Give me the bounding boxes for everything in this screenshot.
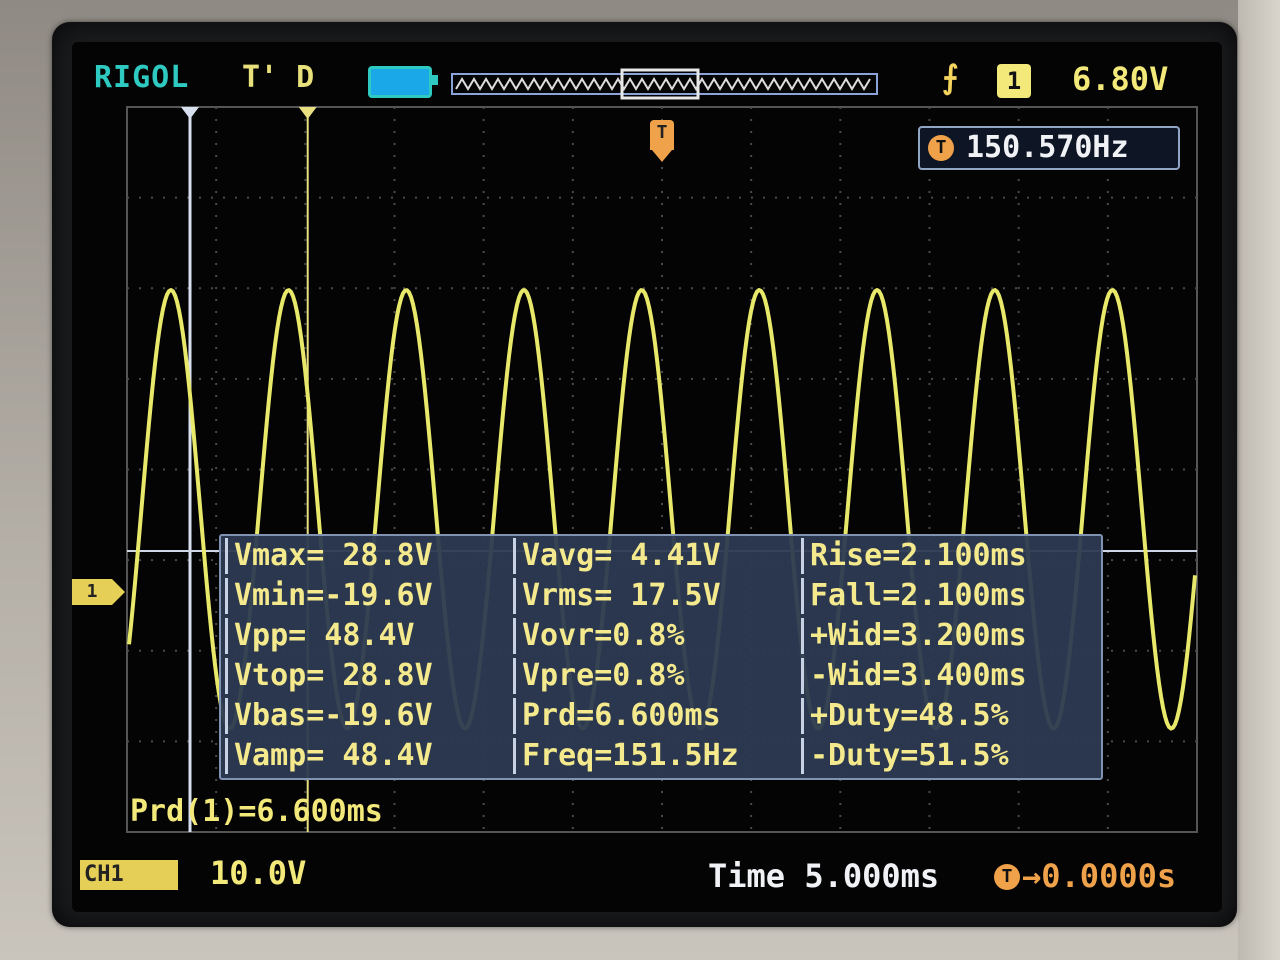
trigger-source-badge: 1: [997, 64, 1031, 98]
measurement-row: Vmax= 28.8V Vavg= 4.41V Rise=2.100ms: [221, 538, 1101, 578]
measurement-rise: Rise=2.100ms: [801, 538, 1027, 574]
measurement-freq: Freq=151.5Hz: [513, 738, 739, 774]
measurement-panel: Vmax= 28.8V Vavg= 4.41V Rise=2.100ms Vmi…: [219, 534, 1103, 780]
measurement-vamp: Vamp= 48.4V: [225, 738, 433, 774]
frequency-counter: T 150.570Hz: [918, 126, 1180, 170]
cursor-a-marker: [181, 107, 199, 119]
measurement-vrms: Vrms= 17.5V: [513, 578, 721, 614]
measurement-row: Vmin=-19.6V Vrms= 17.5V Fall=2.100ms: [221, 578, 1101, 618]
trigger-status: T' D: [242, 60, 315, 95]
measurement-vovr: Vovr=0.8%: [513, 618, 685, 654]
frequency-value: 150.570Hz: [966, 130, 1129, 165]
measurement-vpre: Vpre=0.8%: [513, 658, 685, 694]
measurement-row: Vpp= 48.4V Vovr=0.8% +Wid=3.200ms: [221, 618, 1101, 658]
trigger-icon: T: [994, 864, 1020, 890]
measurement-vpp: Vpp= 48.4V: [225, 618, 415, 654]
measurement-pos-width: +Wid=3.200ms: [801, 618, 1027, 654]
measurement-row: Vtop= 28.8V Vpre=0.8% -Wid=3.400ms: [221, 658, 1101, 698]
measurement-vmax: Vmax= 28.8V: [225, 538, 433, 574]
measurement-pos-duty: +Duty=48.5%: [801, 698, 1009, 734]
memory-waveform-preview: [455, 77, 871, 91]
device-casing: [1238, 0, 1280, 960]
measurement-vavg: Vavg= 4.41V: [513, 538, 721, 574]
measurement-neg-width: -Wid=3.400ms: [801, 658, 1027, 694]
cursor-readout: Prd(1)=6.600ms: [130, 794, 383, 829]
channel-1-label: CH1: [80, 860, 178, 890]
trigger-icon: T: [928, 135, 954, 161]
measurement-vbase: Vbas=-19.6V: [225, 698, 433, 734]
timebase: Time 5.000ms: [708, 857, 940, 895]
measurement-row: Vamp= 48.4V Freq=151.5Hz -Duty=51.5%: [221, 738, 1101, 778]
trigger-level: 6.80V: [1072, 60, 1169, 98]
measurement-period: Prd=6.600ms: [513, 698, 721, 734]
graticule: [126, 68, 1198, 833]
trigger-position-marker: T: [650, 120, 674, 162]
brand-logo: RIGOL: [94, 60, 190, 95]
measurement-fall: Fall=2.100ms: [801, 578, 1027, 614]
measurement-row: Vbas=-19.6V Prd=6.600ms +Duty=48.5%: [221, 698, 1101, 738]
volts-per-division: 10.0V: [210, 854, 307, 892]
battery-icon: [368, 66, 438, 98]
trigger-offset: →0.0000s: [1022, 857, 1177, 895]
rising-edge-icon: ⨍: [942, 58, 959, 96]
channel-1-ground-marker: 1: [72, 579, 125, 605]
oscilloscope-screen: RIGOL T' D ⨍ 1 6.80V T 150.570Hz T 1 Vma…: [72, 42, 1222, 912]
cursor-b-marker: [298, 107, 317, 119]
measurement-vmin: Vmin=-19.6V: [225, 578, 433, 614]
measurement-neg-duty: -Duty=51.5%: [801, 738, 1009, 774]
measurement-vtop: Vtop= 28.8V: [225, 658, 433, 694]
